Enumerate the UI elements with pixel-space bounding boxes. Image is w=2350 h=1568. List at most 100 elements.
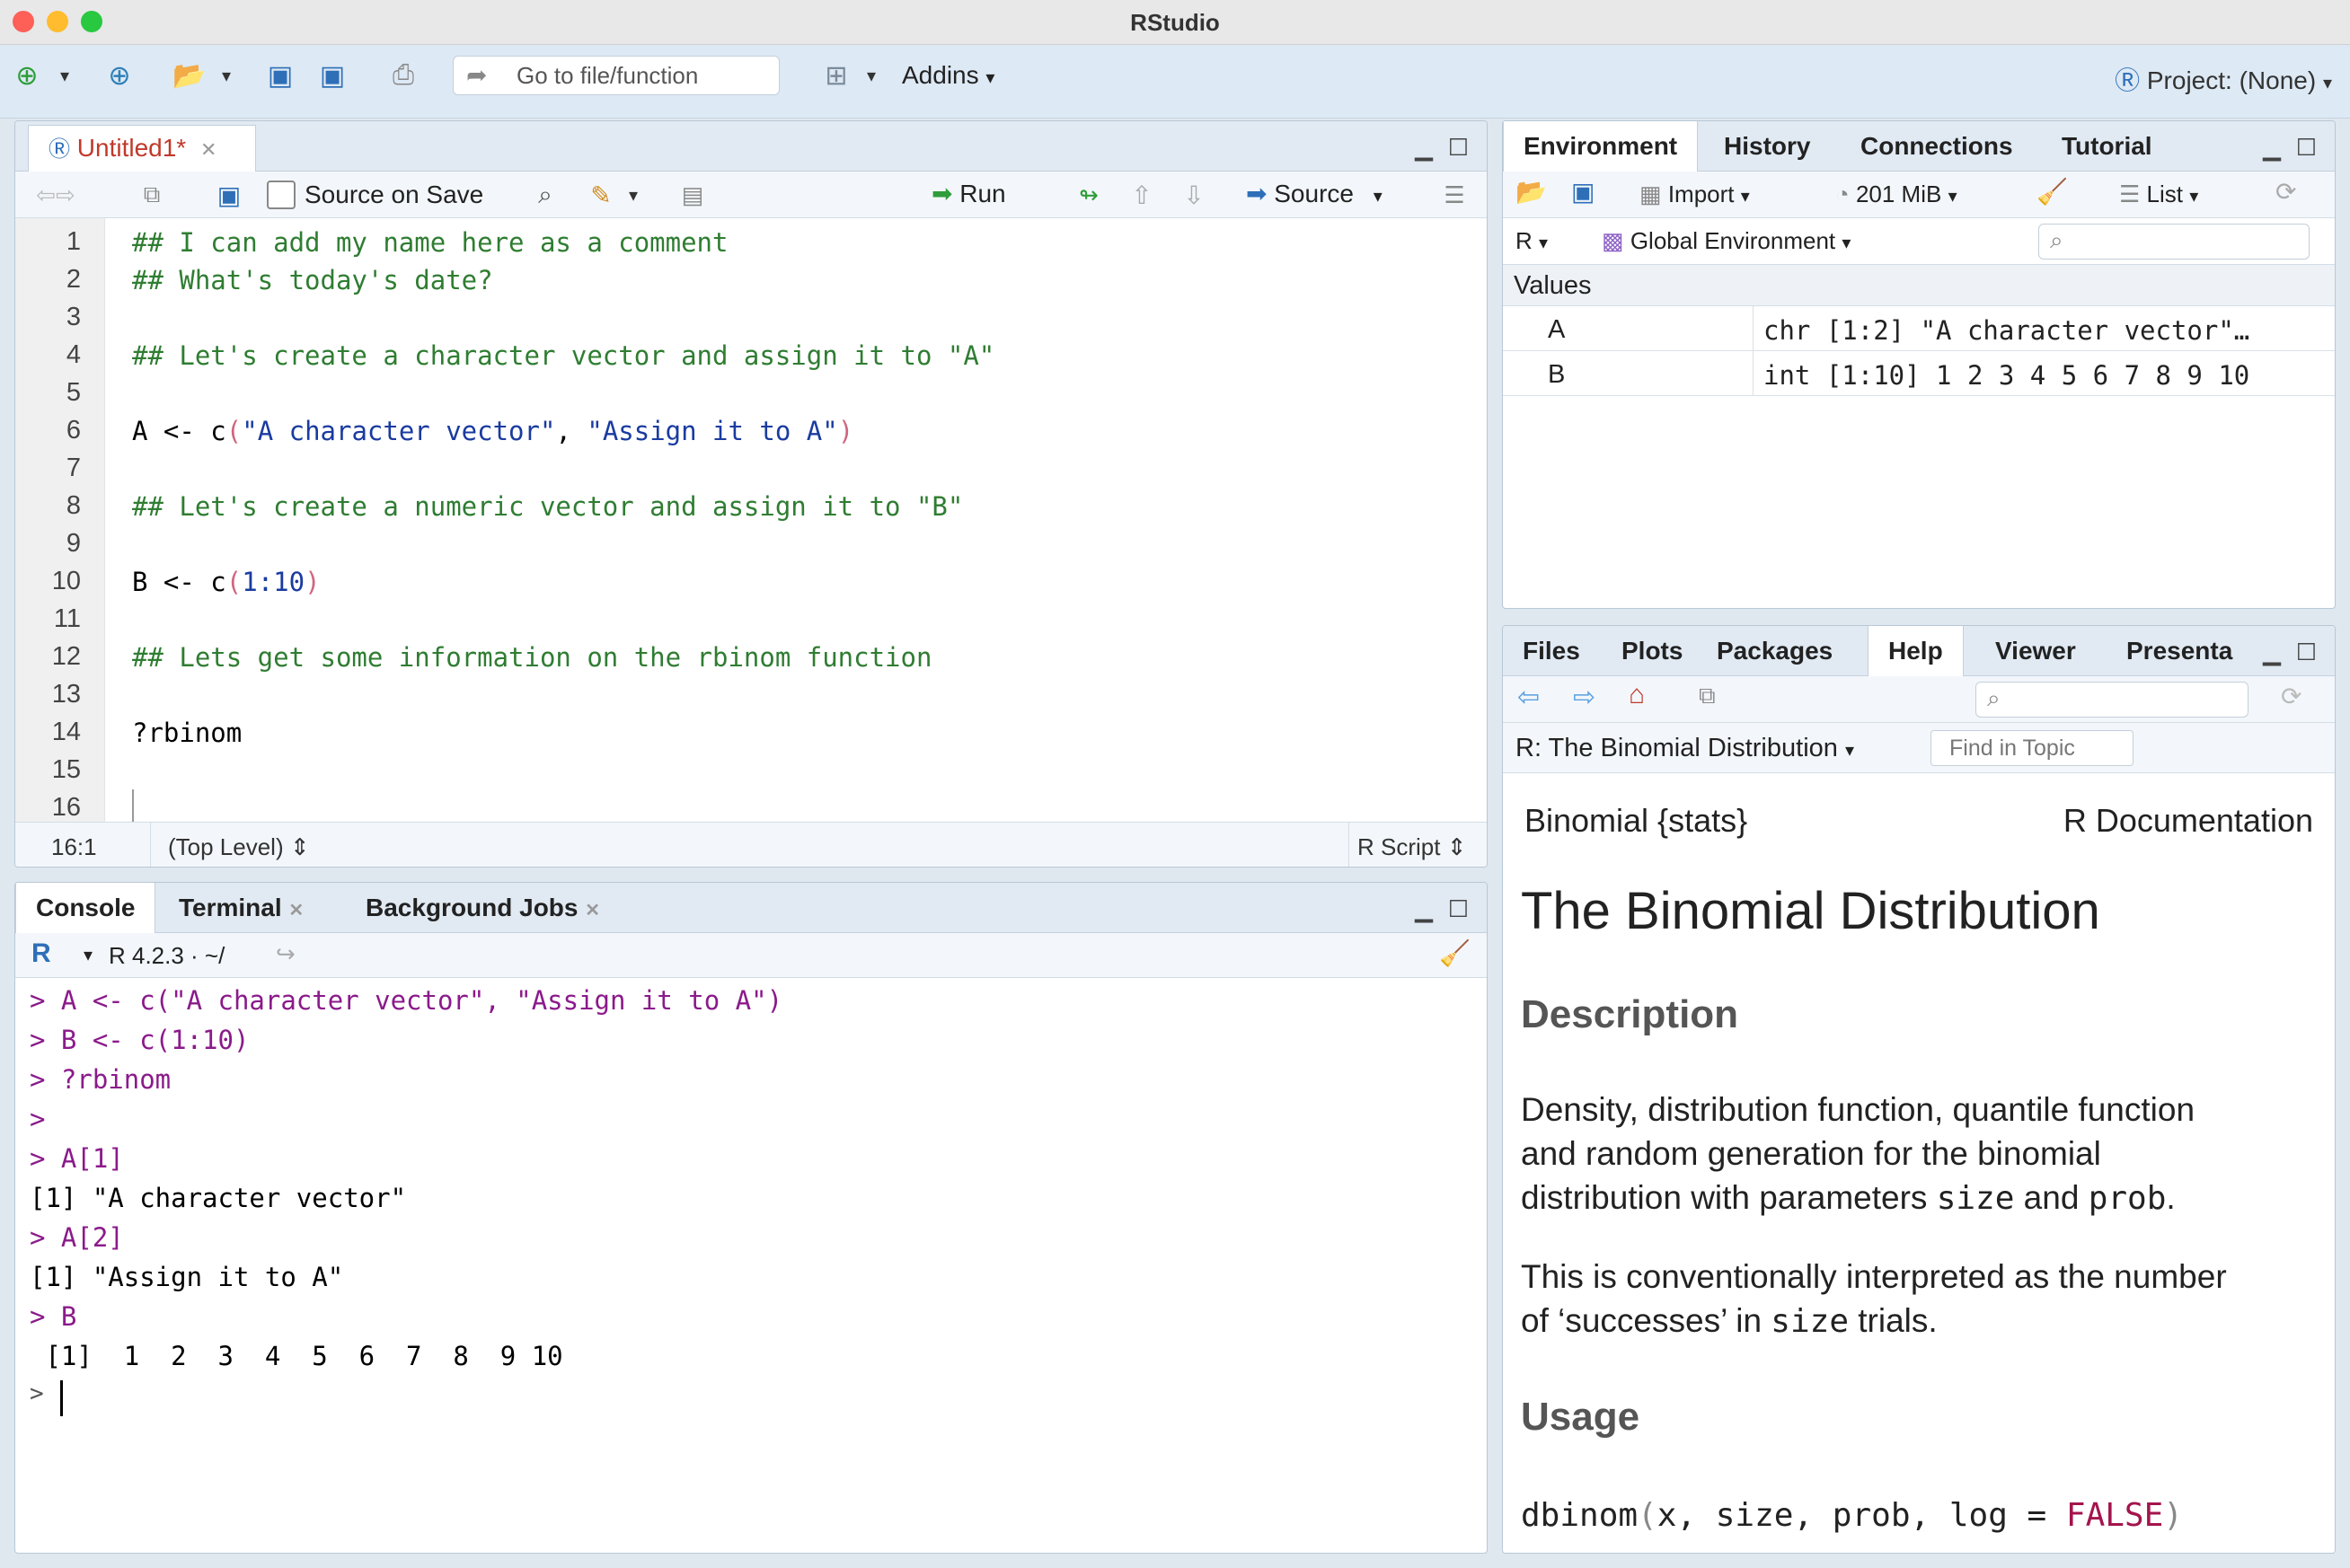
help-topic-selector[interactable]: R: The Binomial Distribution ▾ [1515,734,1854,763]
new-project-icon[interactable]: ⊕ [95,57,144,93]
environment-search-input[interactable]: ⌕ [2038,224,2310,260]
tab-background-jobs[interactable]: Background Jobs ✕ [346,883,620,933]
project-menu[interactable]: Ⓡ Project: (None) ▾ [2115,61,2332,97]
close-tab-icon[interactable]: ✕ [288,901,304,921]
tab-console[interactable]: Console [15,883,156,934]
table-icon: ▦ [1639,181,1662,207]
list-dropdown-icon: ▾ [2189,187,2199,207]
filetype-selector[interactable]: R Script ⇕ [1357,833,1467,861]
run-arrow-icon: ➡ [932,180,953,207]
help-search-input[interactable]: ⌕ [1975,682,2248,718]
tab-tutorial[interactable]: Tutorial [2042,121,2172,172]
search-icon[interactable]: ⌕ [526,177,565,213]
app-title: RStudio [1130,9,1220,36]
tab-packages[interactable]: Packages [1697,626,1852,676]
maximize-pane-icon[interactable]: ☐ [1448,134,1469,162]
refresh-icon[interactable]: ⟳ [2275,177,2296,207]
clear-console-broom-icon[interactable]: 🧹 [1439,938,1471,968]
tab-untitled1[interactable]: Ⓡ Untitled1* ✕ [28,125,256,176]
language-selector[interactable]: R ▾ [1515,227,1548,255]
tab-presentation[interactable]: Presenta [2107,626,2252,676]
code-tools-wand-icon[interactable]: ✎ [581,177,621,213]
forward-arrow-icon[interactable]: ⇨ [1573,682,1595,713]
close-tab-icon[interactable]: ✕ [585,901,600,921]
pane-layout-icon[interactable]: ⊞ [814,57,859,93]
maximize-pane-icon[interactable]: ☐ [2295,639,2317,666]
new-file-icon[interactable]: ⊕ [7,57,47,93]
close-tab-icon[interactable]: ✕ [200,138,216,161]
line-number: 12 [51,642,81,671]
rerun-icon[interactable]: ↬ [1065,177,1113,213]
run-button[interactable]: ➡ Run [932,179,1006,208]
scope-selector[interactable]: (Top Level) ⇕ [168,833,310,861]
go-to-file-input[interactable]: ➦ Go to file/function [453,56,780,95]
save-file-icon[interactable]: ▣ [209,177,249,213]
save-icon[interactable]: ▣ [261,57,300,93]
tab-help[interactable]: Help [1868,626,1964,677]
console-line: > ?rbinom [30,1064,172,1095]
tab-terminal[interactable]: Terminal ✕ [159,883,323,933]
document-outline-icon[interactable]: ☰ [1435,177,1474,213]
tab-connections[interactable]: Connections [1841,121,2033,172]
pane-layout-dropdown-icon[interactable]: ▾ [861,57,882,93]
variable-value: chr [1:2] "A character vector"… [1763,315,2250,346]
source-button[interactable]: ➡ Source ▾ [1246,179,1383,208]
clear-workspace-broom-icon[interactable]: 🧹 [2036,177,2068,207]
home-icon[interactable]: ⌂ [1629,680,1645,710]
code-editor[interactable]: 1 2 3 4 5 6 7 8 9 10 11 12 13 14 15 16 #… [15,218,1487,822]
source-editor-pane: Ⓡ Untitled1* ✕ ▁ ☐ ⇦⇨ ⧉ ▣ Source on Save… [14,120,1488,868]
tab-environment[interactable]: Environment [1503,121,1699,172]
minimize-pane-icon[interactable]: ▁ [1415,895,1433,923]
find-in-topic-input[interactable]: Find in Topic [1930,730,2134,766]
memory-usage-button[interactable]: ◔ 201 MiB ▾ [1835,181,1957,208]
back-arrow-icon[interactable]: ⇦ [1517,682,1540,713]
table-row[interactable]: B int [1:10] 1 2 3 4 5 6 7 8 9 10 [1503,351,2335,396]
addins-menu[interactable]: Addins ▾ [902,61,994,90]
print-icon[interactable]: ⎙ [381,57,426,93]
save-workspace-icon[interactable]: ▣ [1571,177,1595,207]
tab-files[interactable]: Files [1503,626,1600,676]
project-icon: Ⓡ [2115,66,2141,94]
save-all-icon[interactable]: ▣ [313,57,352,93]
compile-report-icon[interactable]: ▤ [675,177,711,213]
language-label: R [1515,227,1533,254]
open-recent-dropdown-icon[interactable]: ▾ [216,57,237,93]
console-line: [1] "A character vector" [30,1183,407,1213]
go-down-icon[interactable]: ⇩ [1174,177,1214,213]
line-number: 6 [66,416,81,445]
code-line: ## Let's create a numeric vector and ass… [132,491,964,522]
refresh-icon[interactable]: ⟳ [2281,682,2301,711]
show-in-window-icon[interactable]: ⧉ [1699,682,1716,710]
tab-viewer[interactable]: Viewer [1975,626,2096,676]
doc-code: ( [1638,1497,1657,1534]
go-up-icon[interactable]: ⇧ [1122,177,1162,213]
go-to-directory-icon[interactable]: ↪ [276,940,296,968]
maximize-pane-icon[interactable]: ☐ [1448,895,1469,923]
source-on-save-checkbox[interactable] [267,181,296,209]
code-token: 1:10 [242,567,305,597]
code-line: ## Lets get some information on the rbin… [132,642,932,673]
import-dataset-button[interactable]: ▦ Import ▾ [1639,181,1750,208]
minimize-pane-icon[interactable]: ▁ [1415,134,1433,162]
load-workspace-icon[interactable]: 📂 [1515,177,1547,207]
table-row[interactable]: A chr [1:2] "A character vector"… [1503,306,2335,351]
console-output[interactable]: > A <- c("A character vector", "Assign i… [15,978,1487,1553]
r-version-dropdown-icon[interactable]: ▾ [84,944,93,966]
minimize-pane-icon[interactable]: ▁ [2263,639,2281,666]
environment-selector[interactable]: ▩ Global Environment ▾ [1602,227,1851,255]
maximize-pane-icon[interactable]: ☐ [2296,134,2317,162]
tab-plots[interactable]: Plots [1602,626,1702,676]
scope-label: (Top Level) [168,833,284,860]
back-forward-icon[interactable]: ⇦⇨ [24,177,87,213]
code-tools-dropdown-icon[interactable]: ▾ [623,177,644,213]
new-file-dropdown-icon[interactable]: ▾ [54,57,75,93]
editor-status-bar: 16:1 (Top Level) ⇕ R Script ⇕ [15,822,1487,867]
view-mode-list-button[interactable]: ☰ List ▾ [2119,181,2198,208]
line-number: 14 [51,718,81,746]
project-dropdown-icon: ▾ [2322,74,2332,93]
show-in-window-icon[interactable]: ⧉ [132,177,172,213]
help-pane: Files Plots Packages Help Viewer Present… [1502,625,2336,1554]
tab-history[interactable]: History [1704,121,1830,172]
minimize-pane-icon[interactable]: ▁ [2263,134,2281,162]
open-file-icon[interactable]: 📂 [165,57,214,93]
